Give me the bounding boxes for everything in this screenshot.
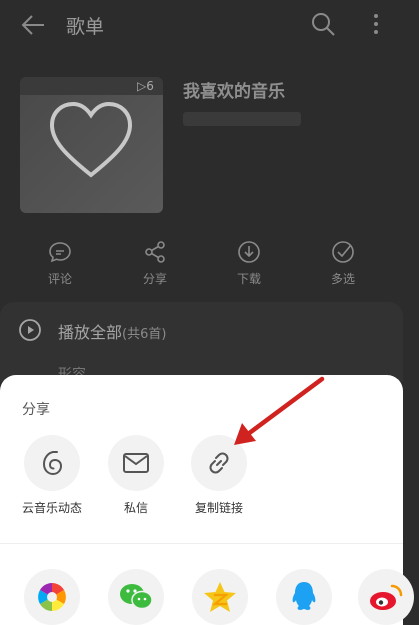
share-private-message[interactable]: 私信 [94,435,178,516]
share-sheet-title: 分享 [22,402,50,418]
wechat-button[interactable] [108,569,164,625]
wechat-moments-icon [38,583,66,611]
mail-icon [108,435,164,491]
song-count: (共6首) [122,327,167,342]
multi-select-button[interactable]: 多选 [308,240,378,287]
annotation-arrow [234,376,325,445]
action-label: 下载 [236,272,261,286]
share-cloud-music-feed[interactable]: 云音乐动态 [10,435,94,516]
play-all-text: 播放全部 [58,323,123,342]
qzone-icon [204,582,236,612]
top-bar: 歌单 [0,0,419,50]
download-button[interactable]: 下载 [214,240,284,287]
comment-icon [49,242,71,263]
play-count-value: 6 [146,79,154,93]
page-title: 歌单 [66,16,105,38]
wechat-icon [120,584,153,610]
creator-placeholder [183,112,301,126]
cloud-music-feed-icon [24,435,80,491]
share-option-label: 云音乐动态 [21,501,82,515]
share-option-label: 复制链接 [194,501,243,515]
action-label: 多选 [330,272,355,286]
qzone-button[interactable] [192,569,248,625]
more-vertical-icon[interactable] [366,11,386,37]
share-button[interactable]: 分享 [120,240,190,287]
play-all-row[interactable]: 播放全部(共6首) 形容 [0,302,403,383]
share-sheet: 分享 云音乐动态 私信 复制链接 [0,375,414,625]
weibo-icon [370,584,403,610]
play-all-label: 播放全部(共6首) [58,319,166,343]
comment-button[interactable]: 评论 [25,240,95,287]
divider [0,543,403,544]
qq-icon [292,582,316,610]
back-arrow-icon[interactable] [20,12,46,38]
play-count: ▷6 [137,79,154,93]
search-icon[interactable] [310,11,336,37]
share-app-row [0,569,414,625]
action-bar: 评论 分享 下载 多选 [0,240,419,290]
playlist-cover[interactable] [20,77,163,213]
wechat-moments-button[interactable] [24,569,80,625]
multi-select-icon [332,241,354,263]
share-icon [145,241,165,263]
heart-icon [49,101,133,178]
playlist-name: 我喜欢的音乐 [183,82,285,102]
qq-button[interactable] [276,569,332,625]
download-icon [238,241,260,263]
weibo-button[interactable] [358,569,414,625]
play-circle-icon [19,319,41,341]
action-label: 评论 [47,272,72,286]
share-option-label: 私信 [123,501,148,515]
action-label: 分享 [142,272,167,286]
